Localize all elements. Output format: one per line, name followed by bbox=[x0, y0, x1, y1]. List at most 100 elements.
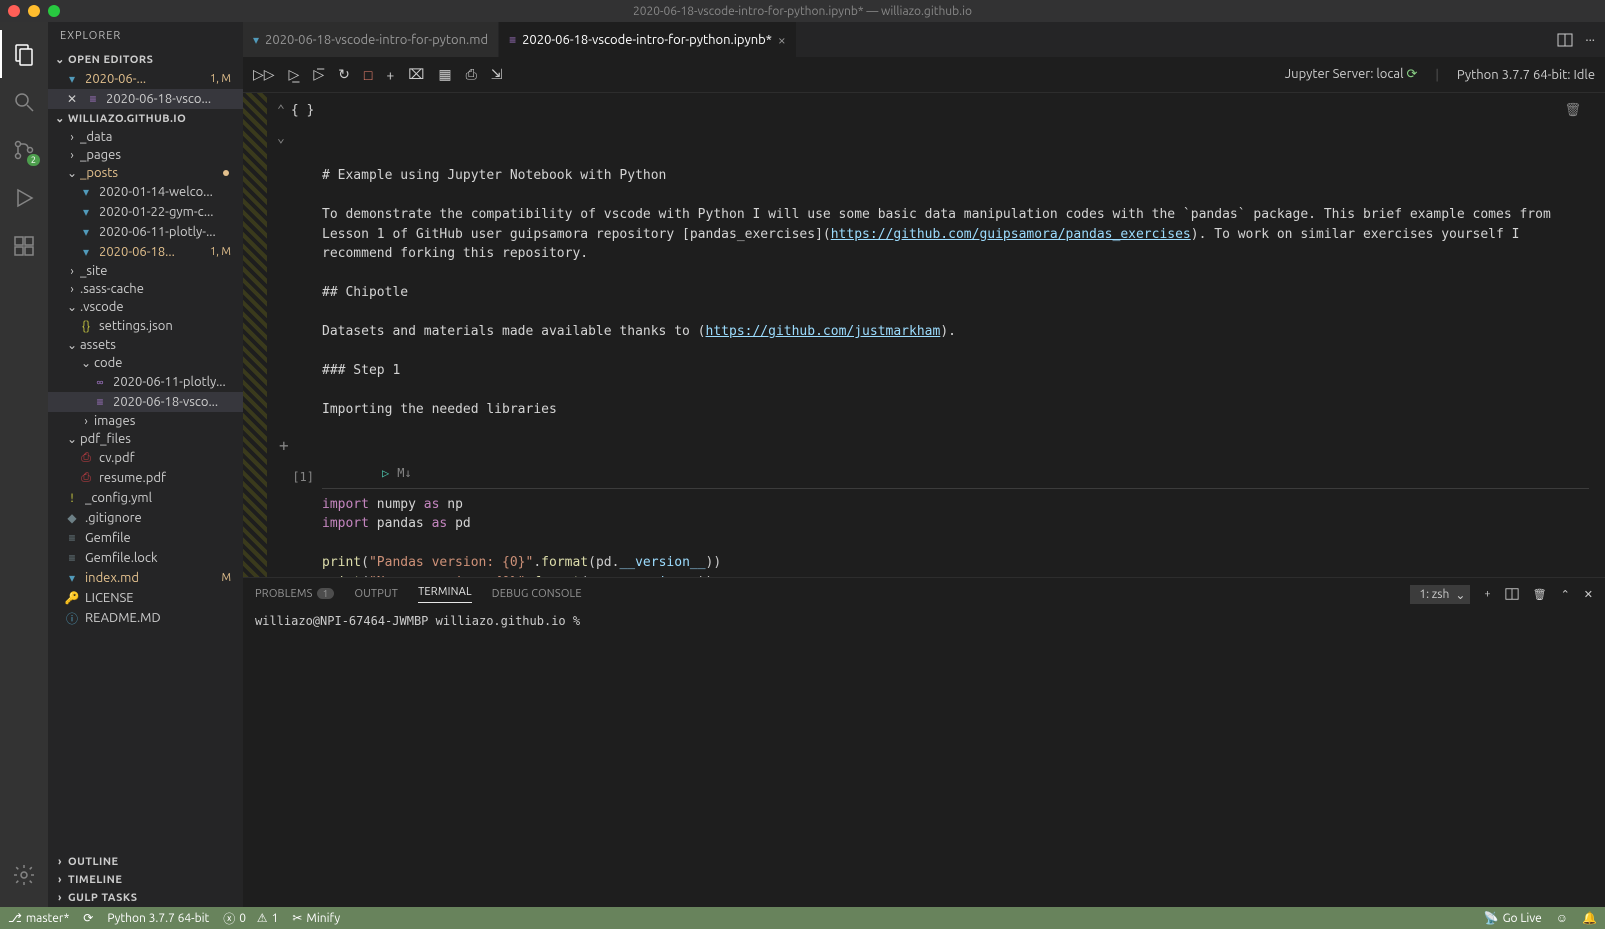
pdf-icon: ⎙ bbox=[78, 450, 94, 466]
panel-tab-terminal[interactable]: TERMINAL bbox=[418, 586, 472, 603]
activity-source-control[interactable]: 2 bbox=[0, 126, 48, 174]
activity-extensions[interactable] bbox=[0, 222, 48, 270]
restart-icon[interactable]: ↻ bbox=[338, 66, 350, 83]
file-license[interactable]: 🔑LICENSE bbox=[48, 588, 243, 608]
status-notifications-icon[interactable]: 🔔 bbox=[1582, 911, 1597, 925]
section-outline[interactable]: ›OUTLINE bbox=[48, 853, 243, 871]
section-timeline[interactable]: ›TIMELINE bbox=[48, 871, 243, 889]
markdown-icon: ▾ bbox=[78, 184, 94, 200]
file-code-item[interactable]: ≡2020-06-18-vsco... bbox=[48, 392, 243, 412]
file-gemfile[interactable]: ≡Gemfile bbox=[48, 528, 243, 548]
file-post[interactable]: ▾2020-01-22-gym-c... bbox=[48, 202, 243, 222]
status-sync[interactable]: ⟳ bbox=[83, 911, 93, 925]
run-below-icon[interactable]: ▷̅ bbox=[313, 66, 324, 83]
status-problems[interactable]: ⓧ0 ⚠1 bbox=[223, 910, 278, 927]
folder-pdf-files[interactable]: ⌄pdf_files bbox=[48, 430, 243, 448]
status-feedback-icon[interactable]: ☺ bbox=[1556, 911, 1568, 925]
split-terminal-icon[interactable] bbox=[1505, 587, 1519, 601]
status-go-live[interactable]: 📡Go Live bbox=[1484, 911, 1542, 925]
interrupt-icon[interactable]: □ bbox=[364, 67, 372, 83]
close-panel-icon[interactable]: ✕ bbox=[1584, 588, 1593, 601]
panel-tab-problems[interactable]: PROBLEMS1 bbox=[255, 588, 334, 600]
file-gemfile-lock[interactable]: ≡Gemfile.lock bbox=[48, 548, 243, 568]
collapse-down-icon[interactable]: ⌄ bbox=[277, 129, 285, 149]
status-minify[interactable]: ✂Minify bbox=[292, 911, 340, 925]
activity-run-debug[interactable] bbox=[0, 174, 48, 222]
link-pandas-exercises[interactable]: https://github.com/guipsamora/pandas_exe… bbox=[831, 227, 1191, 242]
folder-images[interactable]: ›images bbox=[48, 412, 243, 430]
file-readme[interactable]: ⓘREADME.MD bbox=[48, 608, 243, 628]
file-post[interactable]: ▾2020-01-14-welco... bbox=[48, 182, 243, 202]
open-editor-item[interactable]: ▾ 2020-06-... 1, M bbox=[48, 69, 243, 89]
window-minimize-button[interactable] bbox=[28, 5, 40, 17]
save-icon[interactable]: ⎙ bbox=[466, 66, 477, 83]
panel-tab-output[interactable]: OUTPUT bbox=[354, 588, 398, 600]
file-cv-pdf[interactable]: ⎙cv.pdf bbox=[48, 448, 243, 468]
git-icon: ◆ bbox=[64, 510, 80, 526]
panel-tab-debug-console[interactable]: DEBUG CONSOLE bbox=[492, 588, 582, 600]
folder-posts[interactable]: ⌄_posts bbox=[48, 164, 243, 182]
file-gitignore[interactable]: ◆.gitignore bbox=[48, 508, 243, 528]
folder-pages[interactable]: ›_pages bbox=[48, 146, 243, 164]
section-open-editors[interactable]: ⌄ OPEN EDITORS bbox=[48, 50, 243, 69]
link-justmarkham[interactable]: https://github.com/justmarkham bbox=[706, 324, 941, 339]
folder-vscode[interactable]: ⌄.vscode bbox=[48, 298, 243, 316]
activity-explorer[interactable] bbox=[0, 30, 48, 78]
folder-sass-cache[interactable]: ›.sass-cache bbox=[48, 280, 243, 298]
trash-icon[interactable]: 🗑 bbox=[1564, 101, 1581, 121]
add-cell-button[interactable]: + bbox=[279, 434, 289, 458]
add-cell-icon[interactable]: + bbox=[386, 67, 394, 83]
file-post[interactable]: ▾2020-06-18...1, M bbox=[48, 242, 243, 262]
status-branch[interactable]: ⎇master* bbox=[8, 911, 69, 925]
markdown-toggle[interactable]: M↓ bbox=[397, 464, 411, 482]
folder-site[interactable]: ›_site bbox=[48, 262, 243, 280]
maximize-panel-icon[interactable]: ⌃ bbox=[1561, 588, 1570, 601]
clear-outputs-icon[interactable]: ⌧ bbox=[408, 66, 424, 83]
folder-assets[interactable]: ⌄assets bbox=[48, 336, 243, 354]
python-kernel-status[interactable]: Python 3.7.7 64-bit: Idle bbox=[1457, 68, 1595, 82]
folder-code[interactable]: ⌄code bbox=[48, 354, 243, 372]
more-actions-icon[interactable]: ··· bbox=[1585, 33, 1595, 47]
activity-settings[interactable] bbox=[0, 851, 48, 899]
file-index-md[interactable]: ▾index.mdM bbox=[48, 568, 243, 588]
close-icon[interactable]: ✕ bbox=[64, 91, 80, 107]
export-icon[interactable]: ⇲ bbox=[491, 66, 503, 83]
file-post[interactable]: ▾2020-06-11-plotly-... bbox=[48, 222, 243, 242]
section-workspace[interactable]: ⌄ WILLIAZO.GITHUB.IO bbox=[48, 109, 243, 128]
git-branch-icon: ⎇ bbox=[8, 911, 22, 925]
code-cell[interactable]: import numpy as np import pandas as pd p… bbox=[322, 495, 1589, 578]
close-icon[interactable]: × bbox=[778, 32, 786, 48]
run-cell-icon[interactable]: ▷ bbox=[382, 464, 389, 482]
status-python[interactable]: Python 3.7.7 64-bit bbox=[107, 912, 209, 925]
run-above-icon[interactable]: ▷̲ bbox=[289, 66, 300, 83]
bottom-panel: PROBLEMS1 OUTPUT TERMINAL DEBUG CONSOLE … bbox=[243, 577, 1605, 907]
window-close-button[interactable] bbox=[8, 5, 20, 17]
tab-notebook-file[interactable]: ≡ 2020-06-18-vscode-intro-for-python.ipy… bbox=[499, 22, 797, 57]
file-code-item[interactable]: ∞2020-06-11-plotly... bbox=[48, 372, 243, 392]
file-settings-json[interactable]: {}settings.json bbox=[48, 316, 243, 336]
error-icon: ⓧ bbox=[223, 910, 235, 927]
kill-terminal-icon[interactable]: 🗑 bbox=[1533, 588, 1547, 601]
warning-icon: ⚠ bbox=[257, 911, 268, 925]
variables-icon[interactable]: ▦ bbox=[438, 66, 451, 83]
modified-dot-icon bbox=[223, 170, 229, 176]
split-editor-icon[interactable] bbox=[1557, 32, 1573, 48]
tab-markdown-file[interactable]: ▾ 2020-06-18-vscode-intro-for-pyton.md bbox=[243, 22, 499, 57]
run-all-icon[interactable]: ▷▷ bbox=[253, 66, 275, 83]
markdown-cell[interactable]: # Example using Jupyter Notebook with Py… bbox=[322, 156, 1605, 430]
collapse-up-icon[interactable]: ⌃ bbox=[277, 101, 285, 121]
open-editor-item[interactable]: ✕ ≡ 2020-06-18-vsco... bbox=[48, 89, 243, 109]
activity-search[interactable] bbox=[0, 78, 48, 126]
terminal[interactable]: williazo@NPI-67464-JWMBP williazo.github… bbox=[243, 610, 1605, 907]
file-config-yml[interactable]: !_config.yml bbox=[48, 488, 243, 508]
terminal-select[interactable]: 1: zsh ⌄ bbox=[1410, 585, 1470, 604]
new-terminal-icon[interactable]: + bbox=[1484, 588, 1490, 600]
file-resume-pdf[interactable]: ⎙resume.pdf bbox=[48, 468, 243, 488]
window-maximize-button[interactable] bbox=[48, 5, 60, 17]
folder-data[interactable]: ›_data bbox=[48, 128, 243, 146]
chevron-down-icon: ⌄ bbox=[52, 53, 68, 66]
window-title: 2020-06-18-vscode-intro-for-python.ipynb… bbox=[633, 5, 972, 18]
section-gulp-tasks[interactable]: ›GULP TASKS bbox=[48, 889, 243, 907]
notebook-icon: ≡ bbox=[92, 394, 108, 410]
jupyter-server-status[interactable]: Jupyter Server: local ⟳ bbox=[1285, 67, 1418, 82]
